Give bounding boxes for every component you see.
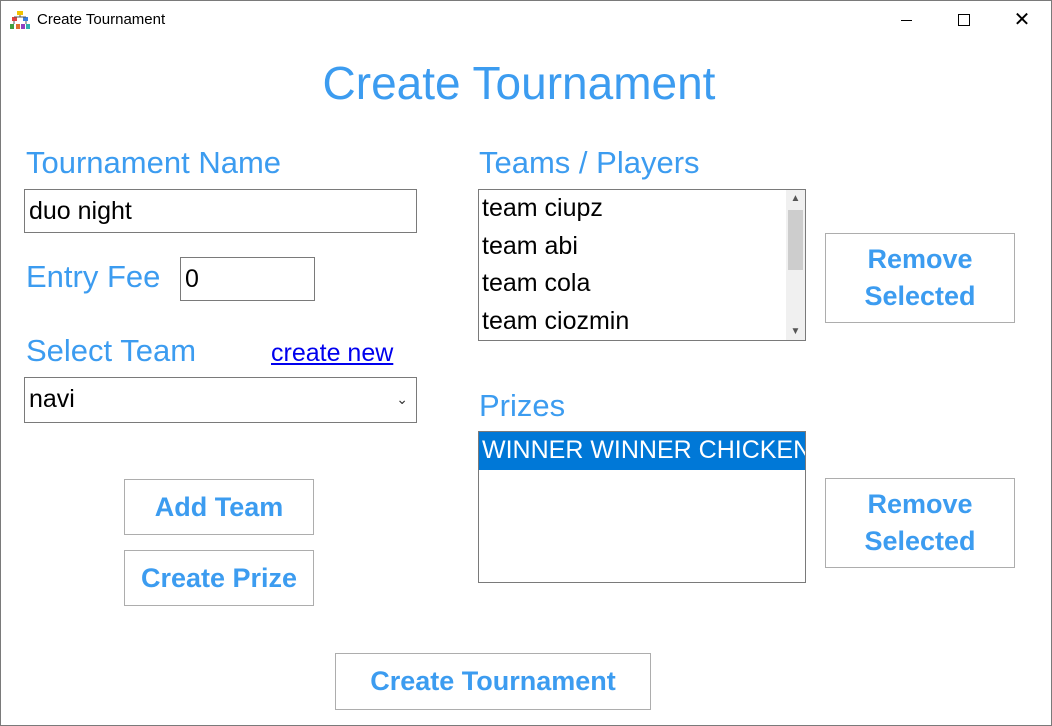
remove-prize-label-line1: Remove [867,489,973,519]
select-team-dropdown[interactable]: navi ⌄ [24,377,417,423]
maximize-button[interactable] [935,1,993,39]
close-button[interactable]: ✕ [993,1,1051,39]
prizes-label: Prizes [479,388,566,423]
list-item[interactable]: team ciozmin [479,303,805,341]
tournament-name-label: Tournament Name [26,145,282,180]
selected-team-value: navi [29,385,75,413]
scroll-up-arrow-icon[interactable]: ▲ [786,190,805,207]
create-new-link[interactable]: create new [271,339,393,368]
create-prize-button-label: Create Prize [140,562,298,593]
app-window: Create Tournament ✕ Create Tournament To… [0,0,1052,726]
prizes-list[interactable]: WINNER WINNER CHICKEN DINNER [478,431,806,583]
entry-fee-label: Entry Fee [26,259,161,294]
tournament-name-input[interactable] [24,189,417,233]
close-icon: ✕ [1013,9,1031,31]
remove-prize-label-line2: Selected [864,526,976,556]
list-item[interactable]: WINNER WINNER CHICKEN DINNER [479,432,805,470]
remove-team-label-line2: Selected [864,281,976,311]
remove-selected-prize-button[interactable]: Remove Selected [825,478,1015,568]
title-bar: Create Tournament ✕ [1,1,1051,39]
create-tournament-button[interactable]: Create Tournament [335,653,651,710]
teams-players-list[interactable]: team ciupz team abi team cola team ciozm… [478,189,806,341]
entry-fee-input[interactable] [180,257,315,301]
list-item[interactable]: team abi [479,228,805,266]
create-prize-button[interactable]: Create Prize [124,550,314,606]
remove-selected-team-button[interactable]: Remove Selected [825,233,1015,323]
tournament-bracket-icon [10,11,30,29]
minimize-icon [900,19,912,21]
window-title: Create Tournament [37,11,166,28]
remove-team-label-line1: Remove [867,244,973,274]
page-title: Create Tournament [322,57,716,109]
list-item[interactable]: team cola [479,265,805,303]
teams-players-label: Teams / Players [479,145,700,180]
add-team-button-label: Add Team [154,491,284,522]
minimize-button[interactable] [877,1,935,39]
teams-scrollbar[interactable]: ▲ ▼ [786,190,805,340]
chevron-down-icon: ⌄ [396,391,408,407]
scroll-thumb[interactable] [788,210,803,270]
list-item[interactable]: team ciupz [479,190,805,228]
create-tournament-button-label: Create Tournament [370,666,616,696]
add-team-button[interactable]: Add Team [124,479,314,535]
select-team-label: Select Team [26,333,197,368]
maximize-icon [958,14,970,26]
scroll-down-arrow-icon[interactable]: ▼ [786,323,805,340]
